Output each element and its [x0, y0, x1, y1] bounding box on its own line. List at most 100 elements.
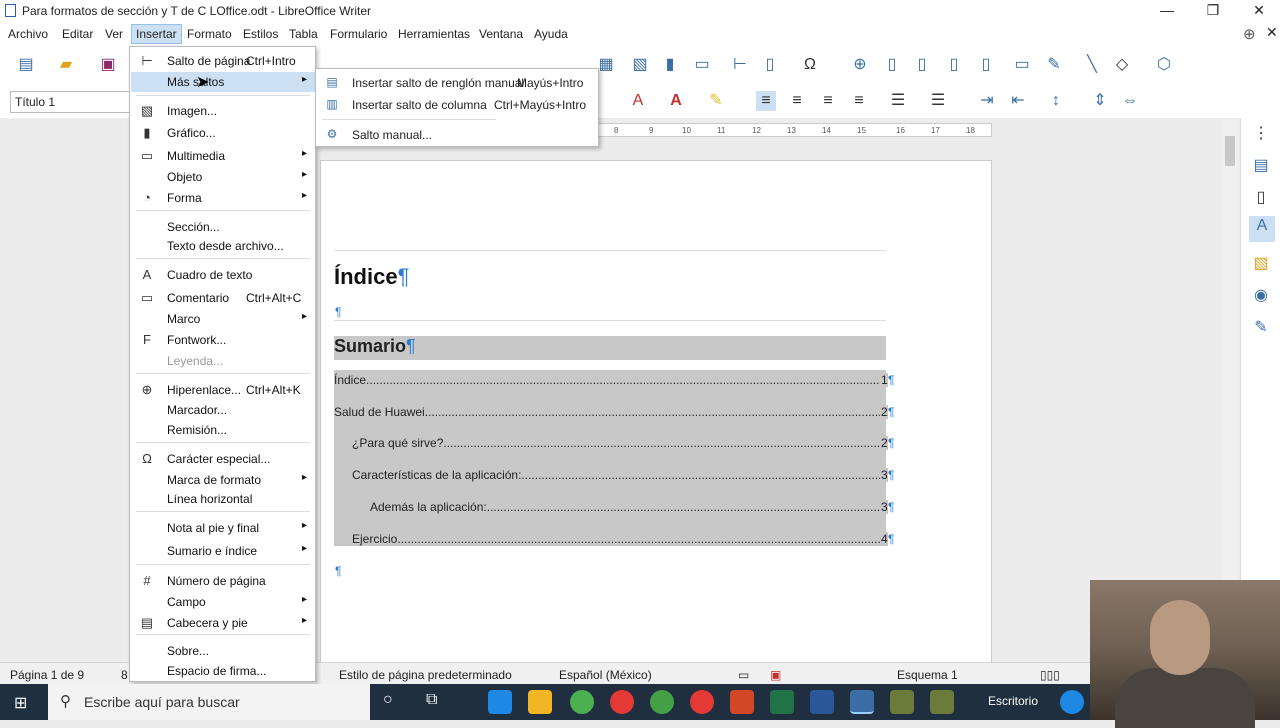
chrome-profile-2-icon[interactable] — [650, 690, 674, 714]
special-character-icon[interactable]: Ω — [800, 55, 820, 75]
toc-entry[interactable]: ¿Para qué sirve?........................… — [352, 436, 886, 450]
menu-item-manual-break[interactable]: ⚙ Salto manual... — [317, 123, 598, 145]
clear-formatting-icon[interactable]: A — [628, 91, 648, 111]
open-folder-icon[interactable]: ▰ — [56, 55, 76, 75]
page-count[interactable]: Página 1 de 9 — [10, 668, 84, 682]
insert-menu-item[interactable]: Marcador... — [131, 400, 315, 420]
basic-shapes-icon[interactable]: ◇ — [1112, 55, 1132, 75]
align-right-icon[interactable]: ≡ — [818, 91, 838, 111]
taskbar-search[interactable]: ⚲ Escribe aquí para buscar — [48, 684, 370, 720]
table-of-contents[interactable] — [334, 370, 886, 546]
align-left-icon[interactable]: ≡ — [756, 91, 776, 111]
page-break-icon[interactable]: ⊢ — [730, 55, 750, 75]
properties-icon[interactable]: ▤ — [1251, 156, 1271, 176]
insert-menu-item[interactable]: Ω Carácter especial... — [131, 449, 315, 469]
powerpoint-icon[interactable] — [730, 690, 754, 714]
menu-formato[interactable]: Formato — [187, 27, 232, 41]
menu-tabla[interactable]: Tabla — [289, 27, 318, 41]
manage-changes-icon[interactable]: ✎ — [1251, 318, 1271, 338]
libreoffice-writer-icon[interactable] — [850, 690, 874, 714]
insert-menu-item[interactable]: ▮ Gráfico... — [131, 123, 315, 143]
toc-entry[interactable]: Índice..................................… — [334, 373, 886, 387]
cortana-icon[interactable]: ○ — [383, 691, 393, 709]
insert-menu-item[interactable]: Objeto ▸ — [131, 167, 315, 187]
toc-title[interactable]: Sumario¶ — [334, 336, 886, 360]
menu-estilos[interactable]: Estilos — [243, 27, 278, 41]
edge-icon[interactable] — [488, 690, 512, 714]
close-document-icon[interactable]: ✕ — [1266, 24, 1278, 41]
insert-menu-item[interactable]: Marca de formato ▸ — [131, 470, 315, 490]
insert-image-icon[interactable]: ▧ — [630, 55, 650, 75]
track-changes-icon[interactable]: ✎ — [1044, 55, 1064, 75]
insert-textbox-icon[interactable]: ▭ — [692, 55, 712, 75]
menu-herramientas[interactable]: Herramientas — [398, 27, 470, 41]
table-icon[interactable]: ▦ — [596, 55, 616, 75]
bullets-icon[interactable]: ☰ — [888, 91, 908, 111]
toc-entry[interactable]: Además la aplicación:...................… — [370, 500, 886, 514]
file-explorer-icon[interactable] — [528, 690, 552, 714]
spacing-icon[interactable]: ⇔ — [1120, 91, 1140, 111]
globe-icon[interactable]: ⊕ — [1243, 25, 1256, 43]
document-heading[interactable]: Índice¶ — [334, 264, 409, 290]
page-panel-icon[interactable]: ▯ — [1251, 188, 1271, 208]
save-icon[interactable]: ▣ — [98, 55, 118, 75]
highlight-icon[interactable]: ✎ — [706, 91, 726, 111]
view-layout-icon[interactable]: ▯▯▯ — [1040, 668, 1060, 682]
windows-start-icon[interactable]: ⊞ — [14, 693, 27, 713]
insert-menu-item[interactable]: Marco ▸ — [131, 309, 315, 329]
insert-field-icon[interactable]: ▯ — [760, 55, 780, 75]
numbering-icon[interactable]: ☰ — [928, 91, 948, 111]
hyperlink-icon[interactable]: ⊕ — [850, 55, 870, 75]
align-center-icon[interactable]: ≡ — [787, 91, 807, 111]
insert-menu-item[interactable]: Nota al pie y final ▸ — [131, 518, 315, 538]
insert-menu-item[interactable]: Línea horizontal — [131, 489, 315, 509]
navigator-icon[interactable]: ◉ — [1251, 286, 1271, 306]
chrome-icon[interactable] — [570, 690, 594, 714]
page-style[interactable]: Estilo de página predeterminado — [339, 668, 512, 682]
insert-menu-item[interactable]: Campo ▸ — [131, 592, 315, 612]
menu-ayuda[interactable]: Ayuda — [534, 27, 568, 41]
menu-ver[interactable]: Ver — [105, 27, 123, 41]
bookmark-icon[interactable]: ▯ — [944, 55, 964, 75]
insert-menu-item[interactable]: ▭ Comentario Ctrl+Alt+C — [131, 288, 315, 308]
decrease-indent-icon[interactable]: ⇤ — [1008, 91, 1028, 111]
insert-menu-item[interactable]: Sobre... — [131, 641, 315, 661]
insert-menu-item[interactable]: A Cuadro de texto — [131, 265, 315, 285]
insert-menu-item[interactable]: Más saltos ▸ — [131, 72, 315, 92]
menu-editar[interactable]: Editar — [62, 27, 93, 41]
insert-menu-item[interactable]: # Número de página — [131, 571, 315, 591]
insert-menu-item[interactable]: ▧ Imagen... — [131, 101, 315, 121]
cross-reference-icon[interactable]: ▯ — [976, 55, 996, 75]
draw-functions-icon[interactable]: ⬡ — [1154, 55, 1174, 75]
app-2-icon[interactable] — [930, 690, 954, 714]
endnote-icon[interactable]: ▯ — [912, 55, 932, 75]
help-icon[interactable] — [1060, 690, 1084, 714]
restore-button[interactable]: ❐ — [1190, 1, 1236, 21]
insert-menu-item[interactable]: Sumario e índice ▸ — [131, 541, 315, 561]
toc-entry[interactable]: Características de la aplicación:.......… — [352, 468, 886, 482]
language[interactable]: Español (México) — [559, 668, 652, 682]
insert-menu-item[interactable]: ▭ Multimedia ▸ — [131, 146, 315, 166]
insert-menu-item[interactable]: Sección... — [131, 217, 315, 237]
font-color-icon[interactable]: A — [666, 91, 686, 111]
menu-ventana[interactable]: Ventana — [479, 27, 523, 41]
insert-menu-item[interactable]: Espacio de firma... — [131, 661, 315, 681]
chrome-profile-icon[interactable] — [610, 690, 634, 714]
line-spacing-icon[interactable]: ↕ — [1046, 91, 1066, 111]
styles-icon[interactable]: A — [1249, 216, 1275, 242]
menu-archivo[interactable]: Archivo — [8, 27, 48, 41]
gallery-icon[interactable]: ▧ — [1251, 254, 1271, 274]
sidebar-menu-icon[interactable]: ⋮ — [1251, 124, 1271, 144]
toc-entry[interactable]: Salud de Huawei.........................… — [334, 405, 886, 419]
insert-menu-item[interactable]: ⊕ Hiperenlace... Ctrl+Alt+K — [131, 380, 315, 400]
menu-item-column-break[interactable]: ▥ Insertar salto de columna Ctrl+Mayús+I… — [317, 93, 598, 115]
insert-menu-item[interactable]: ⊢ Salto de página Ctrl+Intro — [131, 51, 315, 71]
app-icon[interactable] — [890, 690, 914, 714]
insert-chart-icon[interactable]: ▮ — [660, 55, 680, 75]
insert-menu-item[interactable]: Texto desde archivo... — [131, 236, 315, 256]
menu-formulario[interactable]: Formulario — [330, 27, 387, 41]
chrome-profile-3-icon[interactable] — [690, 690, 714, 714]
word-icon[interactable] — [810, 690, 834, 714]
insert-menu-item[interactable]: ▤ Cabecera y pie ▸ — [131, 613, 315, 633]
close-button[interactable]: ✕ — [1236, 1, 1280, 21]
